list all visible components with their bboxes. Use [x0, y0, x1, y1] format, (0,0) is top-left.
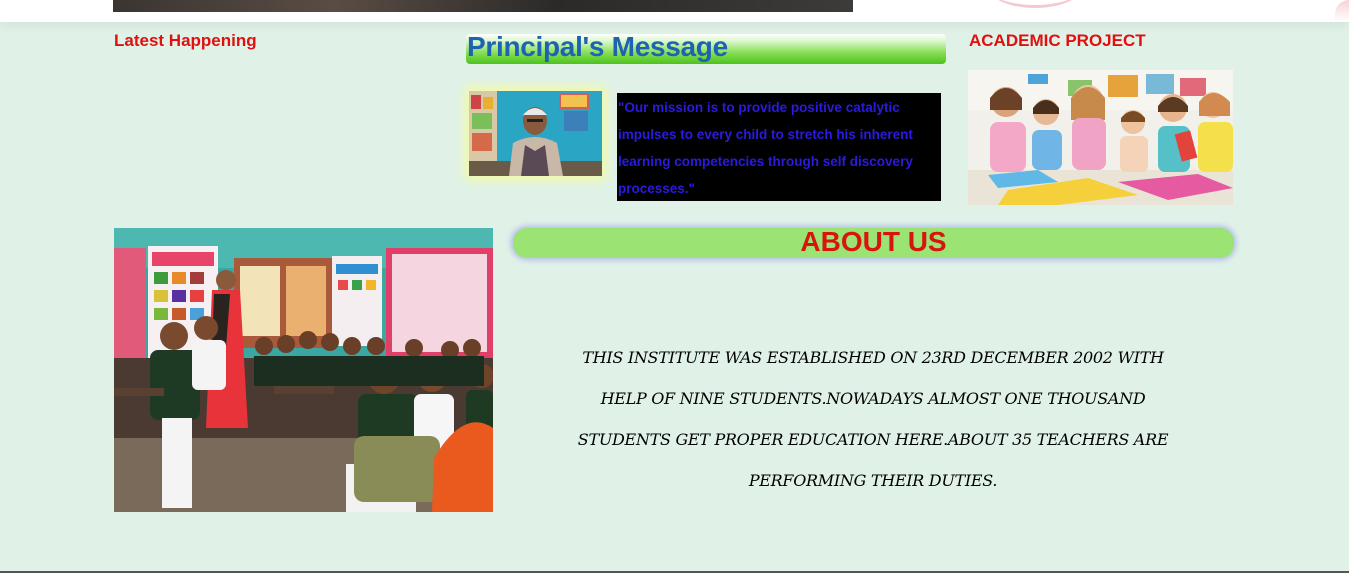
- about-us-text: THIS INSTITUTE WAS ESTABLISHED ON 23RD D…: [577, 348, 1169, 490]
- top-banner-image-edge: [113, 0, 853, 12]
- about-us-heading: ABOUT US: [800, 226, 947, 257]
- principal-photo: [469, 91, 602, 176]
- academic-project-image[interactable]: [968, 70, 1233, 205]
- principal-message-heading: Principal's Message: [467, 31, 728, 62]
- academic-project-heading: ACADEMIC PROJECT: [969, 31, 1146, 50]
- latest-happening-heading: Latest Happening: [114, 31, 257, 50]
- principal-quote: "Our mission is to provide positive cata…: [617, 93, 941, 201]
- classroom-photo[interactable]: [114, 228, 493, 512]
